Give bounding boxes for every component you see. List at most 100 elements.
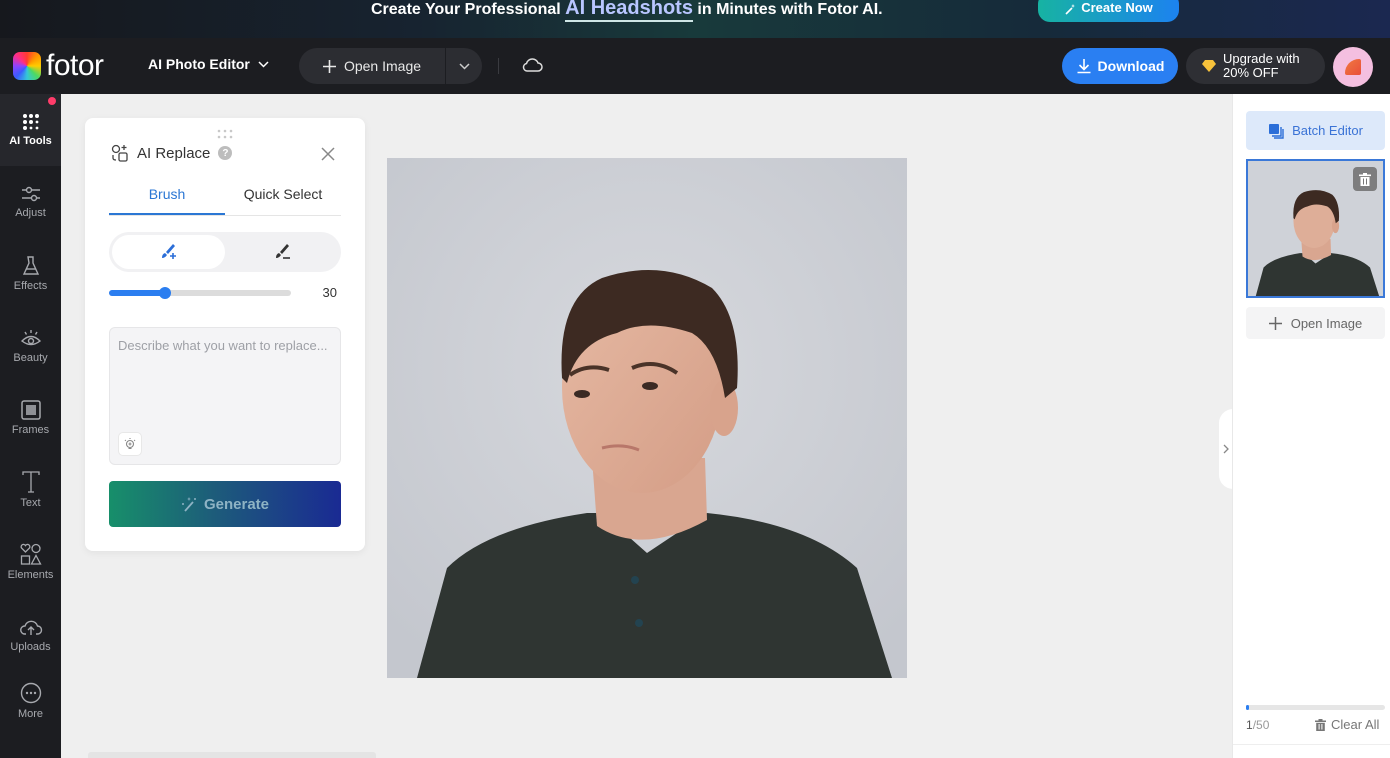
slider-fill	[109, 290, 166, 296]
create-now-button[interactable]: Create Now	[1038, 0, 1179, 22]
slider-thumb[interactable]	[159, 287, 172, 299]
create-now-label: Create Now	[1081, 0, 1153, 15]
left-toolbar: AI Tools Adjust Effects Beauty Frames Te…	[0, 94, 61, 758]
image-thumbnail[interactable]	[1246, 159, 1385, 298]
sliders-icon	[21, 186, 40, 202]
sidebar-label: Effects	[13, 280, 48, 292]
image-count-fill	[1246, 705, 1249, 710]
brush-erase-button[interactable]	[225, 235, 338, 269]
help-icon[interactable]: ?	[218, 146, 233, 160]
promo-text: Create Your Professional AI Headshots in…	[371, 0, 883, 22]
brush-size-value: 30	[322, 285, 337, 300]
toolbar-divider	[498, 58, 499, 74]
batch-layers-icon	[1269, 123, 1284, 139]
top-bar: fotor AI Photo Editor Open Image Downloa…	[0, 38, 1390, 94]
fotor-logo[interactable]: fotor	[13, 51, 104, 81]
drag-dots-icon	[217, 129, 233, 139]
sidebar-label: Beauty	[13, 352, 48, 364]
ai-replace-panel: AI Replace ? Brush Quick Select 30 Gener…	[85, 118, 365, 551]
brush-add-button[interactable]	[112, 235, 225, 269]
sidebar-item-effects[interactable]: Effects	[0, 238, 61, 310]
diamond-icon	[1202, 60, 1216, 72]
promo-highlight: AI Headshots	[565, 0, 693, 22]
brush-mode-toggle	[109, 232, 341, 272]
image-count-total: /50	[1252, 718, 1270, 732]
prompt-box	[109, 327, 341, 465]
canvas-image[interactable]	[387, 158, 907, 678]
sidebar-label: Adjust	[15, 207, 46, 219]
frame-icon	[20, 400, 41, 420]
sidebar-item-more[interactable]: More	[0, 665, 61, 737]
delete-thumbnail-button[interactable]	[1353, 167, 1377, 191]
drag-handle[interactable]	[217, 124, 233, 143]
tab-brush[interactable]: Brush	[109, 186, 225, 215]
lightbulb-icon	[124, 438, 136, 450]
download-label: Download	[1097, 58, 1165, 74]
promo-banner: Create Your Professional AI Headshots in…	[0, 0, 1390, 38]
sidebar-divider	[1233, 744, 1390, 745]
panel-title: AI Replace	[137, 144, 211, 162]
shapes-icon	[20, 543, 42, 565]
sidebar-label: More	[17, 708, 44, 720]
trash-icon	[1315, 718, 1326, 731]
promo-text-before: Create Your Professional	[371, 1, 561, 18]
open-image-dropdown[interactable]	[446, 48, 482, 84]
collapse-right-panel-button[interactable]	[1219, 409, 1233, 489]
sidebar-item-frames[interactable]: Frames	[0, 382, 61, 454]
prompt-idea-button[interactable]	[118, 432, 142, 456]
notification-dot	[48, 97, 56, 105]
user-avatar[interactable]	[1333, 47, 1373, 87]
chevron-down-icon	[258, 60, 269, 68]
sidebar-label: Frames	[11, 424, 50, 436]
sidebar-item-elements[interactable]: Elements	[0, 526, 61, 598]
brush-add-icon	[161, 244, 176, 259]
close-icon	[321, 147, 335, 161]
download-icon	[1077, 59, 1091, 74]
upgrade-button[interactable]: Upgrade with 20% OFF	[1186, 48, 1325, 84]
sidebar-item-adjust[interactable]: Adjust	[0, 166, 61, 238]
open-image-button[interactable]: Open Image	[299, 48, 446, 84]
batch-editor-label: Batch Editor	[1292, 123, 1363, 138]
clear-all-button[interactable]: Clear All	[1315, 717, 1379, 732]
sidebar-item-ai-tools[interactable]: AI Tools	[0, 94, 61, 166]
upgrade-line1: Upgrade with	[1223, 51, 1300, 66]
sidebar-item-text[interactable]: Text	[0, 454, 61, 526]
close-panel-button[interactable]	[321, 146, 335, 165]
ai-replace-icon	[111, 144, 128, 162]
bottom-toolbar-edge	[88, 752, 376, 758]
sidebar-item-uploads[interactable]: Uploads	[0, 599, 61, 671]
generate-button[interactable]: Generate	[109, 481, 341, 527]
cloud-upload-icon	[19, 620, 42, 635]
image-count-current: 1	[1246, 718, 1253, 732]
trash-icon	[1359, 172, 1371, 186]
sidebar-label: AI Tools	[9, 135, 52, 147]
sidebar-label: Elements	[7, 569, 54, 581]
editor-menu-label: AI Photo Editor	[148, 56, 250, 72]
open-image-label: Open Image	[1290, 315, 1363, 331]
plus-icon	[1268, 316, 1282, 330]
avatar-icon	[1345, 59, 1361, 75]
sidebar-item-beauty[interactable]: Beauty	[0, 310, 61, 382]
logo-icon	[13, 52, 41, 80]
sidebar-open-image-button[interactable]: Open Image	[1246, 307, 1385, 339]
brush-size-slider[interactable]	[109, 287, 291, 299]
tab-quick-select[interactable]: Quick Select	[225, 186, 341, 215]
portrait-photo	[387, 158, 907, 678]
cloud-icon	[522, 58, 543, 72]
magic-wand-icon	[181, 497, 196, 512]
editor-menu-dropdown[interactable]: AI Photo Editor	[148, 56, 269, 72]
grid-dots-icon	[22, 114, 39, 130]
prompt-input[interactable]	[110, 328, 340, 428]
open-image-label: Open Image	[343, 58, 422, 74]
panel-header: AI Replace ?	[111, 144, 233, 162]
magic-wand-icon	[1065, 4, 1076, 15]
chevron-right-icon	[1223, 444, 1229, 454]
plus-icon	[322, 59, 336, 73]
eye-icon	[20, 330, 41, 346]
cloud-save-button[interactable]	[521, 56, 543, 78]
batch-editor-button[interactable]: Batch Editor	[1246, 111, 1385, 150]
right-sidebar: Batch Editor Open Image 1/50 Clear All	[1232, 94, 1390, 758]
brush-erase-icon	[275, 244, 290, 259]
download-button[interactable]: Download	[1062, 48, 1178, 84]
chevron-down-icon	[458, 62, 470, 70]
